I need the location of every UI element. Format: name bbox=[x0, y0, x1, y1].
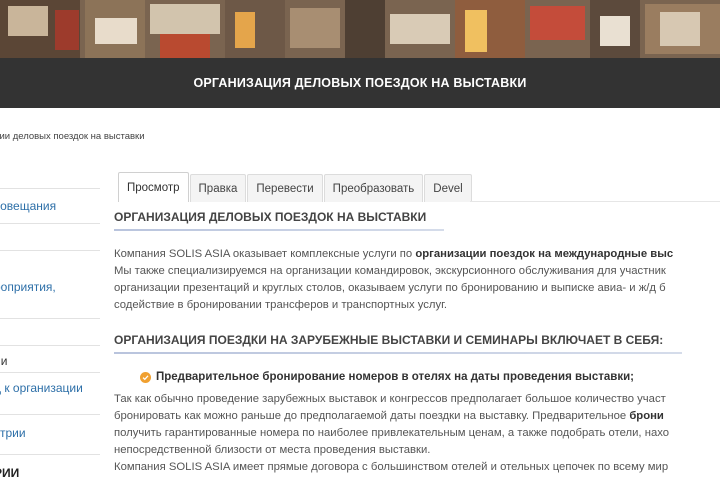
section-heading: ОРГАНИЗАЦИЯ ПОЕЗДКИ НА ЗАРУБЕЖНЫЕ ВЫСТАВ… bbox=[114, 333, 664, 347]
bullet-text: Предварительное бронирование номеров в о… bbox=[156, 371, 635, 383]
sidebar-item-industries[interactable]: стрии bbox=[0, 425, 100, 441]
paragraph-text: бронировать как можно раньше до предпола… bbox=[114, 410, 630, 422]
content-heading: ОРГАНИЗАЦИЯ ДЕЛОВЫХ ПОЕЗДОК НА ВЫСТАВКИ bbox=[114, 210, 427, 224]
sidebar-section-heading: РИИ bbox=[0, 466, 20, 480]
intro-line: содействие в бронировании трансферов и т… bbox=[114, 299, 448, 311]
tab-convert[interactable]: Преобразовать bbox=[323, 174, 424, 202]
sidebar-divider bbox=[0, 250, 100, 251]
sidebar-divider bbox=[0, 318, 100, 319]
heading-underline bbox=[114, 352, 682, 354]
bullet-item: Предварительное бронирование номеров в о… bbox=[140, 371, 634, 383]
sidebar-item-plain[interactable]: ии bbox=[0, 353, 100, 369]
paragraph-line: Так как обычно проведение зарубежных выс… bbox=[114, 393, 666, 405]
sidebar-item-meetings[interactable]: совещания bbox=[0, 198, 100, 214]
tab-translate[interactable]: Перевести bbox=[247, 174, 323, 202]
paragraph-line: бронировать как можно раньше до предпола… bbox=[114, 408, 664, 424]
tabs-baseline bbox=[470, 201, 720, 202]
intro-text: Компания SOLIS ASIA оказывает комплексны… bbox=[114, 248, 416, 260]
heading-underline bbox=[114, 229, 444, 231]
intro-line: Мы также специализируемся на организации… bbox=[114, 265, 666, 277]
sidebar-item-events[interactable]: роприятия, bbox=[0, 279, 100, 295]
paragraph-line: Компания SOLIS ASIA имеет прямые договор… bbox=[114, 461, 669, 473]
intro-bold-text: организации поездок на международные выс bbox=[415, 248, 674, 260]
title-band: ОРГАНИЗАЦИЯ ДЕЛОВЫХ ПОЕЗДОК НА ВЫСТАВКИ bbox=[0, 58, 720, 108]
paragraph-bold-text: брони bbox=[629, 410, 664, 422]
breadcrumb: ции деловых поездок на выставки bbox=[0, 131, 145, 142]
page-title: ОРГАНИЗАЦИЯ ДЕЛОВЫХ ПОЕЗДОК НА ВЫСТАВКИ bbox=[193, 76, 527, 90]
sidebar-divider bbox=[0, 414, 100, 415]
tab-view[interactable]: Просмотр bbox=[118, 172, 189, 202]
hero-banner-image bbox=[0, 0, 720, 58]
paragraph-line: получить гарантированные номера по наибо… bbox=[114, 427, 670, 439]
intro-line: организации презентаций и круглых столов… bbox=[114, 282, 666, 294]
sidebar-divider bbox=[0, 372, 100, 373]
intro-line: Компания SOLIS ASIA оказывает комплексны… bbox=[114, 246, 673, 262]
sidebar-item-organization-approach[interactable]: д к организации bbox=[0, 380, 100, 396]
local-tasks-tabs: Просмотр Правка Перевести Преобразовать … bbox=[118, 172, 473, 202]
check-circle-icon bbox=[140, 371, 151, 383]
tab-devel[interactable]: Devel bbox=[424, 174, 472, 202]
sidebar-divider bbox=[0, 188, 100, 189]
sidebar-divider bbox=[0, 223, 100, 224]
sidebar-divider bbox=[0, 345, 100, 346]
sidebar-divider bbox=[0, 454, 100, 455]
tab-edit[interactable]: Правка bbox=[189, 174, 247, 202]
paragraph-line: непосредственной близости от места прове… bbox=[114, 444, 431, 456]
